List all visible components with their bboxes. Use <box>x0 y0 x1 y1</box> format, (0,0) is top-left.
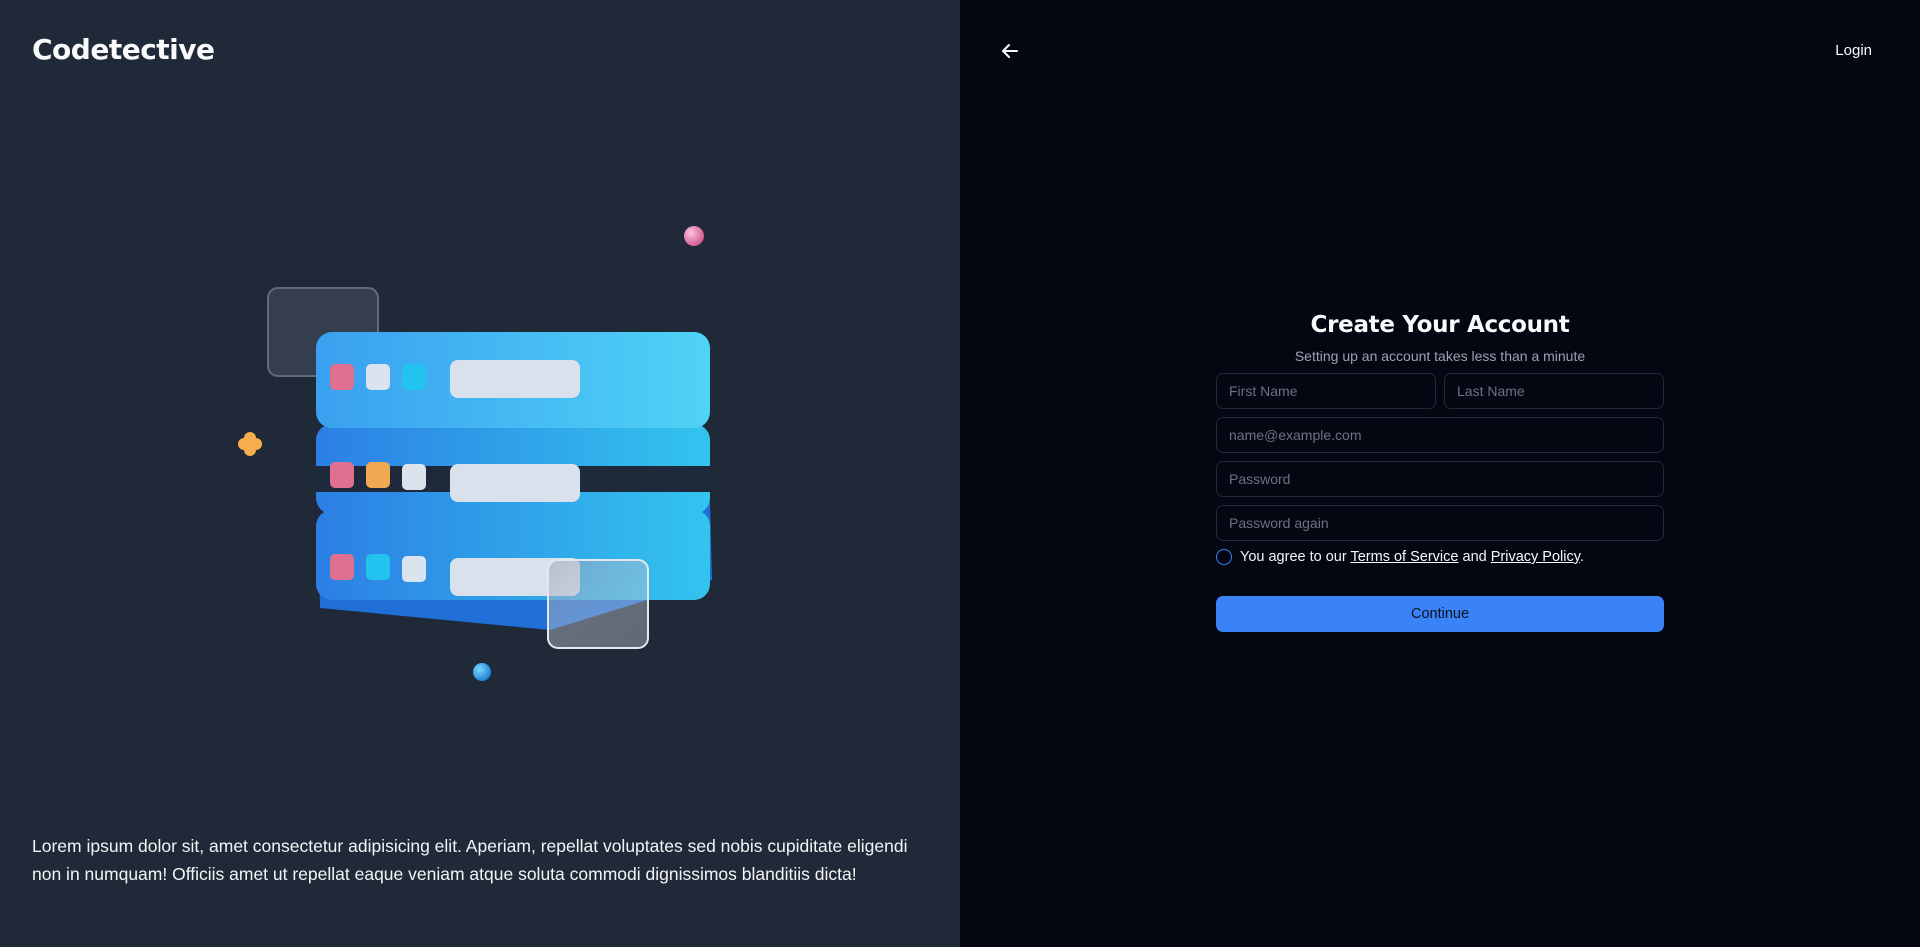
server-stack-icon <box>238 226 712 681</box>
signup-form: Create Your Account Setting up an accoun… <box>1216 312 1664 632</box>
login-link[interactable]: Login <box>1835 42 1872 59</box>
terms-checkbox[interactable] <box>1216 549 1232 565</box>
last-name-input[interactable] <box>1444 373 1664 409</box>
agree-text: You agree to our Terms of Service and Pr… <box>1240 549 1584 565</box>
arrow-left-icon <box>1002 44 1018 58</box>
password-input[interactable] <box>1216 461 1664 497</box>
email-input[interactable] <box>1216 417 1664 453</box>
continue-button[interactable]: Continue <box>1216 596 1664 632</box>
agree-prefix: You agree to our <box>1240 549 1347 565</box>
left-panel: Codetective Lorem ipsum dolor sit, amet … <box>0 0 960 947</box>
privacy-policy-link[interactable]: Privacy Policy <box>1491 549 1580 565</box>
name-row <box>1216 373 1664 409</box>
description-text: Lorem ipsum dolor sit, amet consectetur … <box>32 836 908 884</box>
right-panel: Login Create Your Account Setting up an … <box>960 0 1920 947</box>
back-button[interactable] <box>996 38 1024 64</box>
agree-suffix: . <box>1579 549 1584 565</box>
brand-logo[interactable]: Codetective <box>32 33 215 66</box>
terms-of-service-link[interactable]: Terms of Service <box>1350 549 1458 565</box>
agree-and: and <box>1462 549 1487 565</box>
password-again-input[interactable] <box>1216 505 1664 541</box>
first-name-input[interactable] <box>1216 373 1436 409</box>
terms-agreement: You agree to our Terms of Service and Pr… <box>1216 549 1664 565</box>
page-title: Create Your Account <box>1310 312 1570 338</box>
page-subtitle: Setting up an account takes less than a … <box>1294 348 1586 364</box>
